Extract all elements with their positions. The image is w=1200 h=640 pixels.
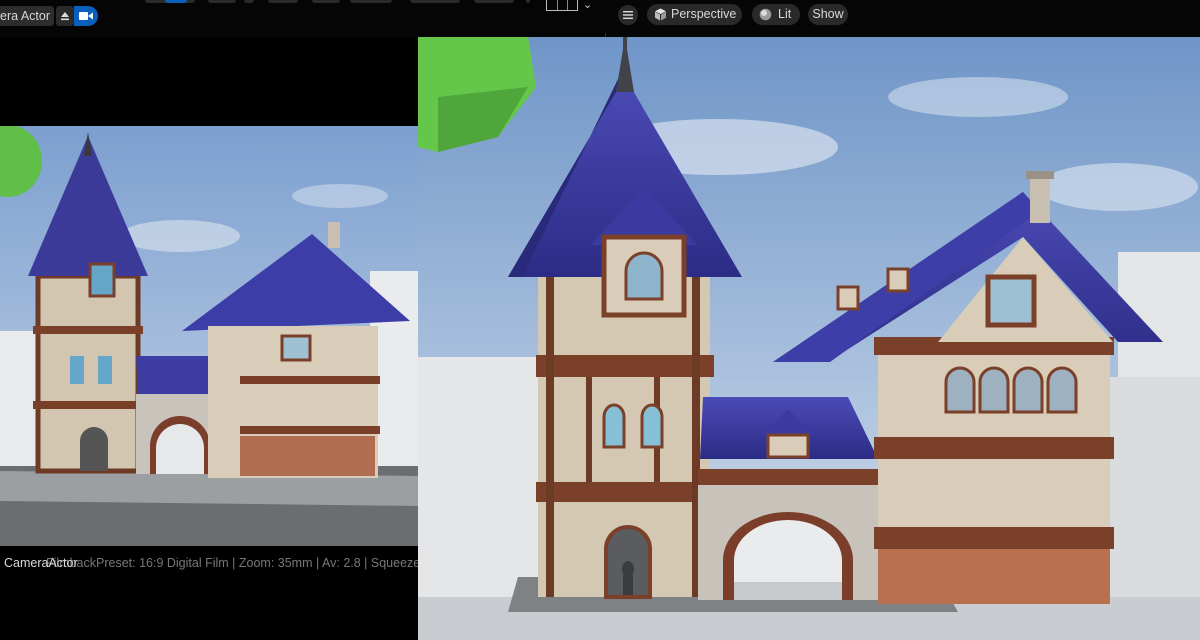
toolbar-button-stub[interactable] (526, 0, 530, 3)
layout-grid-icon[interactable] (546, 0, 578, 11)
perspective-label: Perspective (671, 7, 737, 21)
main-viewport[interactable] (418, 37, 1200, 640)
toolbar-button-stub[interactable] (244, 0, 254, 3)
lit-label: Lit (778, 7, 792, 21)
camera-preview-viewport[interactable] (0, 126, 418, 546)
toolbar-button-stub[interactable] (350, 0, 392, 3)
chevron-down-icon[interactable]: ⌄ (583, 0, 592, 11)
camera-actor-button[interactable]: era Actor (0, 6, 54, 26)
lit-view-mode-button[interactable]: Lit (752, 4, 800, 25)
toolbar-button-stub[interactable] (410, 0, 460, 3)
camera-preview-toolbar: ⌄ era Actor (0, 0, 605, 37)
viewport-menu-button[interactable] (618, 5, 638, 25)
video-camera-icon (79, 12, 93, 20)
perspective-button[interactable]: Perspective (647, 4, 742, 25)
toolbar-button-stub[interactable] (312, 0, 340, 3)
show-button[interactable]: Show (808, 4, 848, 25)
level-scene (418, 37, 1200, 640)
eject-icon (61, 12, 69, 21)
cube-icon (655, 8, 666, 21)
show-label: Show (812, 7, 844, 21)
hamburger-menu-icon (623, 11, 633, 19)
eject-button[interactable] (56, 6, 74, 26)
toolbar-button-stub[interactable] (474, 0, 514, 3)
camera-preview-scene (0, 126, 418, 546)
filmback-info-text: FilmbackPreset: 16:9 Digital Film | Zoom… (46, 556, 435, 570)
camera-actor-label: era Actor (0, 9, 51, 23)
pilot-camera-button[interactable] (74, 6, 98, 26)
sphere-icon (759, 8, 772, 21)
toolbar-button-stub[interactable] (208, 0, 236, 3)
toolbar-button-stub-active[interactable] (165, 0, 187, 3)
camera-status-bar: CameraActor FilmbackPreset: 16:9 Digital… (4, 556, 434, 570)
toolbar-button-stub[interactable] (268, 0, 298, 3)
